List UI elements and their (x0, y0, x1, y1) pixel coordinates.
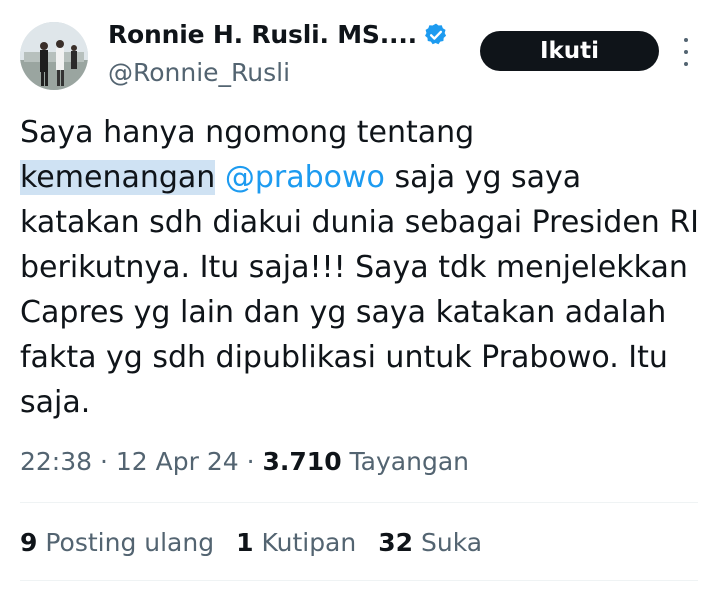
avatar[interactable] (20, 22, 88, 90)
more-dot (684, 62, 688, 66)
more-dot (684, 50, 688, 54)
profile-photo (20, 22, 88, 90)
author-handle[interactable]: @Ronnie_Rusli (108, 58, 290, 87)
tweet-date[interactable]: 12 Apr 24 (116, 447, 239, 476)
divider (20, 580, 698, 581)
tweet-text-rest: saja yg saya katakan sdh diakui dunia se… (20, 160, 700, 420)
divider (20, 502, 698, 503)
reposts-count: 9 (20, 528, 38, 557)
author-display-name[interactable]: Ronnie H. Rusli. MS.... (108, 20, 417, 49)
follow-button[interactable]: Ikuti (480, 31, 659, 71)
tweet-text-line1: Saya hanya ngomong tentang (20, 115, 475, 150)
meta-separator: · (238, 447, 263, 476)
engagement-stats: 9 Posting ulang 1 Kutipan 32 Suka (20, 528, 504, 557)
author-name-row[interactable]: Ronnie H. Rusli. MS.... (108, 20, 449, 49)
reposts-stat[interactable]: 9 Posting ulang (20, 528, 214, 557)
likes-stat[interactable]: 32 Suka (378, 528, 482, 557)
more-vertical-icon[interactable] (676, 38, 696, 66)
reposts-label: Posting ulang (37, 528, 215, 557)
meta-separator: · (92, 447, 116, 476)
quotes-stat[interactable]: 1 Kutipan (236, 528, 356, 557)
tweet-time[interactable]: 22:38 (20, 447, 92, 476)
tweet-text: Saya hanya ngomong tentang kemenangan @p… (20, 110, 700, 425)
likes-label: Suka (413, 528, 483, 557)
more-dot (684, 38, 688, 42)
quotes-count: 1 (236, 528, 254, 557)
mention-link[interactable]: @prabowo (225, 160, 385, 195)
tweet-meta: 22:38 · 12 Apr 24 · 3.710 Tayangan (20, 447, 469, 476)
quotes-label: Kutipan (253, 528, 357, 557)
verified-badge-icon (424, 23, 446, 44)
highlighted-text: kemenangan (20, 160, 216, 195)
views-label: Tayangan (341, 447, 469, 476)
views-count: 3.710 (262, 447, 342, 476)
likes-count: 32 (378, 528, 414, 557)
